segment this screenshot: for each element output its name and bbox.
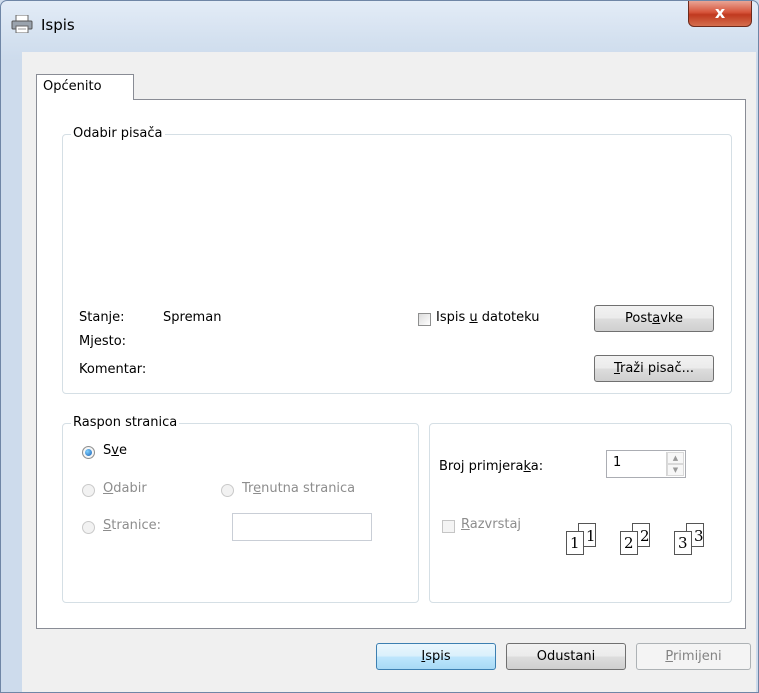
collate-page-num: 2 [624, 534, 634, 552]
range-all-radio[interactable] [82, 446, 95, 459]
printer-icon [11, 14, 33, 34]
range-current-text-a: Tr [242, 481, 254, 496]
find-printer-text-b: raži pisač... [620, 361, 695, 376]
collate-illustration-icon: 1 1 2 2 3 3 [566, 523, 726, 568]
print-button[interactable]: Ispis [376, 643, 496, 670]
print-to-file-text-a: Ispis [436, 310, 470, 325]
range-selection-text-b: dabir [113, 481, 147, 496]
range-all-accesskey: v [111, 443, 119, 458]
collate-page-num: 3 [694, 527, 704, 545]
collate-checkbox[interactable] [442, 520, 455, 533]
copies-spinner[interactable]: ▲ ▼ [666, 452, 684, 476]
range-current-page-radio[interactable] [221, 484, 234, 497]
range-current-accesskey: e [253, 481, 262, 496]
apply-text-b: rimijeni [672, 649, 722, 664]
collate-page-num: 1 [570, 534, 580, 552]
collate-page-num: 3 [678, 534, 688, 552]
collate-text-b: azvrstaj [469, 517, 522, 532]
preferences-button[interactable]: Postavke [594, 305, 714, 332]
pages-input[interactable] [232, 513, 372, 541]
close-icon: x [714, 3, 726, 22]
range-pages-radio[interactable] [82, 521, 95, 534]
preferences-text-b: vke [660, 311, 683, 326]
range-current-page-label[interactable]: Trenutna stranica [242, 481, 355, 496]
window-title: Ispis [41, 16, 75, 34]
location-label: Mjesto: [79, 334, 127, 349]
range-selection-radio[interactable] [82, 484, 95, 497]
copies-text-b: a: [530, 459, 544, 474]
range-all-label[interactable]: Sve [103, 443, 127, 458]
copies-text-a: Broj primjera [439, 459, 524, 474]
close-button[interactable]: x [688, 1, 752, 27]
find-printer-button[interactable]: Traži pisač... [594, 355, 714, 382]
range-all-text-b: e [118, 443, 127, 458]
range-selection-accesskey: O [103, 481, 114, 496]
apply-accesskey: P [665, 649, 673, 664]
print-to-file-accesskey: u [469, 310, 478, 325]
copies-accesskey: k [523, 459, 531, 474]
print-text-b: spis [425, 649, 451, 664]
collate-label[interactable]: Razvrstaj [461, 517, 521, 532]
range-selection-label[interactable]: Odabir [103, 481, 147, 496]
tab-general[interactable]: Općenito [36, 74, 134, 100]
spin-down-icon[interactable]: ▼ [667, 464, 684, 476]
apply-button[interactable]: Primijeni [636, 643, 751, 670]
range-current-text-b: nutna stranica [261, 481, 356, 496]
status-value: Spreman [163, 310, 222, 325]
preferences-accesskey: a [652, 311, 661, 326]
copies-group [429, 423, 732, 603]
cancel-button[interactable]: Odustani [506, 643, 626, 670]
collate-page-num: 2 [640, 527, 650, 545]
range-pages-text-b: tranice: [111, 518, 162, 533]
copies-spinbox[interactable]: 1 ▲ ▼ [606, 450, 686, 478]
range-pages-label[interactable]: Stranice: [103, 518, 161, 533]
printer-selection-label: Odabir pisača [71, 125, 165, 143]
copies-label: Broj primjeraka: [439, 459, 543, 474]
title-bar[interactable]: Ispis x [1, 1, 758, 45]
spin-up-icon[interactable]: ▲ [667, 452, 684, 464]
copies-value: 1 [613, 455, 622, 470]
print-to-file-text-b: datoteku [477, 310, 540, 325]
collate-accesskey: R [461, 517, 470, 532]
print-to-file-checkbox[interactable] [418, 313, 431, 326]
status-label: Stanje: [79, 310, 125, 325]
collate-page-num: 1 [586, 527, 596, 545]
preferences-text-a: Post [625, 311, 653, 326]
radio-selected-dot [85, 449, 92, 456]
comment-label: Komentar: [79, 362, 147, 377]
print-to-file-label[interactable]: Ispis u datoteku [436, 310, 540, 325]
page-range-label: Raspon stranica [71, 414, 180, 432]
